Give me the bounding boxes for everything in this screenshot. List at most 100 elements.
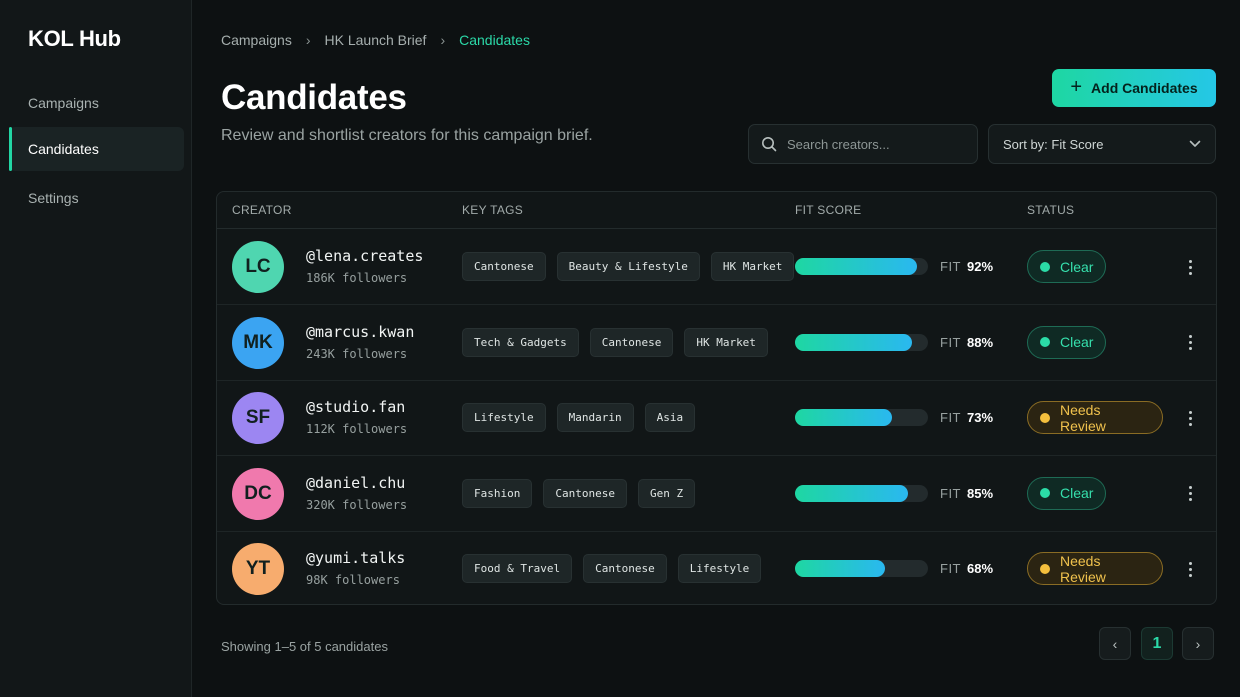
- status-dot-icon: [1040, 337, 1050, 347]
- key-tags: Lifestyle Mandarin Asia: [462, 403, 696, 432]
- brand-logo: KOL Hub: [28, 26, 121, 51]
- more-options-icon[interactable]: [1181, 256, 1199, 278]
- creator-handle[interactable]: @studio.fan: [306, 398, 405, 416]
- status-dot-icon: [1040, 261, 1050, 272]
- sidebar-item-candidates[interactable]: Candidates: [9, 127, 184, 171]
- breadcrumb-campaigns[interactable]: Campaigns: [221, 32, 292, 48]
- sidebar-item-label: Campaigns: [28, 95, 99, 111]
- creator-handle[interactable]: @marcus.kwan: [306, 323, 414, 341]
- search-input[interactable]: [787, 136, 967, 152]
- chevron-right-icon: ›: [440, 32, 446, 48]
- more-options-icon[interactable]: [1181, 483, 1199, 505]
- search-icon: [762, 137, 777, 152]
- fit-label: FIT: [940, 410, 961, 425]
- sidebar-item-settings[interactable]: Settings: [9, 176, 184, 220]
- status-label: Clear: [1060, 258, 1094, 275]
- table-row[interactable]: SF @studio.fan 112K followers Lifestyle M…: [217, 381, 1216, 456]
- tag-chip: Beauty & Lifestyle: [556, 252, 700, 281]
- tag-chip: Lifestyle: [462, 403, 546, 432]
- fit-score-bar: [795, 560, 928, 577]
- breadcrumb-candidates: Candidates: [459, 32, 530, 48]
- status-badge: Clear: [1027, 325, 1106, 359]
- chevron-down-icon: [1189, 140, 1201, 147]
- chevron-right-icon: ›: [1195, 635, 1201, 652]
- sidebar-item-label: Settings: [28, 190, 79, 206]
- fit-score-fill: [795, 484, 909, 502]
- creator-followers: 320K followers: [306, 497, 408, 512]
- tag-chip: Cantonese: [583, 554, 667, 583]
- status-badge: Clear: [1027, 476, 1106, 510]
- tag-chip: Tech & Gadgets: [462, 327, 579, 357]
- key-tags: Tech & Gadgets Cantonese HK Market: [462, 327, 768, 357]
- table-row[interactable]: LC @lena.creates 186K followers Cantones…: [217, 230, 1216, 305]
- status-label: Clear: [1060, 485, 1094, 501]
- creator-followers: 243K followers: [306, 346, 408, 361]
- creator-handle[interactable]: @daniel.chu: [306, 474, 405, 492]
- fit-score-fill: [795, 409, 893, 426]
- fit-score-fill: [795, 333, 913, 351]
- key-tags: Food & Travel Cantonese Lifestyle: [462, 554, 762, 583]
- fit-score-value: 68%: [967, 561, 994, 576]
- key-tags: Fashion Cantonese Gen Z: [462, 478, 696, 508]
- chevron-right-icon: ›: [305, 32, 311, 48]
- table-row[interactable]: DC @daniel.chu 320K followers Fashion Can…: [217, 457, 1216, 532]
- table-row[interactable]: YT @yumi.talks 98K followers Food & Trav…: [217, 532, 1216, 604]
- tag-chip: Gen Z: [637, 478, 696, 508]
- fit-score-fill: [795, 258, 918, 275]
- fit-score-fill: [795, 560, 886, 577]
- column-header-status: STATUS: [1027, 203, 1075, 217]
- fit-score-value: 73%: [967, 410, 994, 425]
- sort-dropdown[interactable]: Sort by: Fit Score: [988, 124, 1216, 164]
- creator-handle[interactable]: @yumi.talks: [306, 549, 405, 567]
- status-badge: Clear: [1027, 250, 1106, 283]
- fit-score-bar: [795, 484, 928, 502]
- more-options-icon[interactable]: [1181, 407, 1199, 429]
- tag-chip: Food & Travel: [462, 554, 573, 583]
- add-candidates-button[interactable]: + Add Candidates: [1052, 69, 1216, 107]
- table-header: CREATOR KEY TAGS FIT SCORE STATUS: [217, 192, 1216, 229]
- breadcrumb-hk-launch-brief[interactable]: HK Launch Brief: [325, 32, 427, 48]
- page-number-button[interactable]: 1: [1141, 627, 1173, 660]
- tag-chip: Lifestyle: [677, 554, 762, 583]
- fit-label: FIT: [940, 334, 961, 350]
- sort-label: Sort by: Fit Score: [1003, 136, 1104, 152]
- status-label: Needs Review: [1060, 552, 1106, 585]
- search-box[interactable]: [748, 124, 978, 164]
- page-title: Candidates: [221, 78, 407, 117]
- status-badge: Needs Review: [1027, 552, 1163, 585]
- creator-handle[interactable]: @lena.creates: [306, 247, 423, 265]
- next-page-button[interactable]: ›: [1182, 627, 1214, 660]
- candidates-table: CREATOR KEY TAGS FIT SCORE STATUS LC @le…: [216, 191, 1217, 605]
- add-candidates-label: Add Candidates: [1091, 80, 1198, 96]
- chevron-left-icon: ‹: [1112, 635, 1118, 652]
- fit-label: FIT: [940, 561, 961, 576]
- table-row[interactable]: MK @marcus.kwan 243K followers Tech & Ga…: [217, 306, 1216, 381]
- fit-score-value: 88%: [967, 334, 994, 350]
- more-options-icon[interactable]: [1181, 332, 1199, 354]
- tag-chip: HK Market: [684, 327, 768, 357]
- creator-followers: 186K followers: [306, 271, 408, 285]
- sidebar-item-campaigns[interactable]: Campaigns: [9, 81, 184, 125]
- key-tags: Cantonese Beauty & Lifestyle HK Market: [462, 252, 795, 281]
- status-dot-icon: [1040, 488, 1050, 498]
- fit-score-value: 85%: [967, 485, 994, 501]
- status-badge: Needs Review: [1027, 401, 1163, 434]
- status-dot-icon: [1040, 412, 1050, 423]
- avatar: SF: [232, 392, 284, 444]
- column-header-fit-score[interactable]: FIT SCORE: [795, 203, 862, 217]
- sidebar: KOL Hub Campaigns Candidates Settings: [0, 0, 192, 697]
- status-dot-icon: [1040, 563, 1050, 574]
- status-label: Needs Review: [1060, 401, 1106, 434]
- status-label: Clear: [1060, 334, 1094, 350]
- avatar: LC: [232, 241, 284, 293]
- more-options-icon[interactable]: [1181, 558, 1199, 580]
- main-content: Campaigns › HK Launch Brief › Candidates…: [193, 0, 1240, 697]
- fit-score-bar: [795, 333, 928, 351]
- breadcrumb: Campaigns › HK Launch Brief › Candidates: [221, 32, 530, 48]
- prev-page-button[interactable]: ‹: [1099, 627, 1131, 660]
- creator-followers: 112K followers: [306, 422, 408, 436]
- avatar: YT: [232, 543, 284, 595]
- column-header-creator: CREATOR: [232, 203, 292, 217]
- column-header-key-tags: KEY TAGS: [462, 203, 524, 217]
- tag-chip: Asia: [644, 403, 696, 432]
